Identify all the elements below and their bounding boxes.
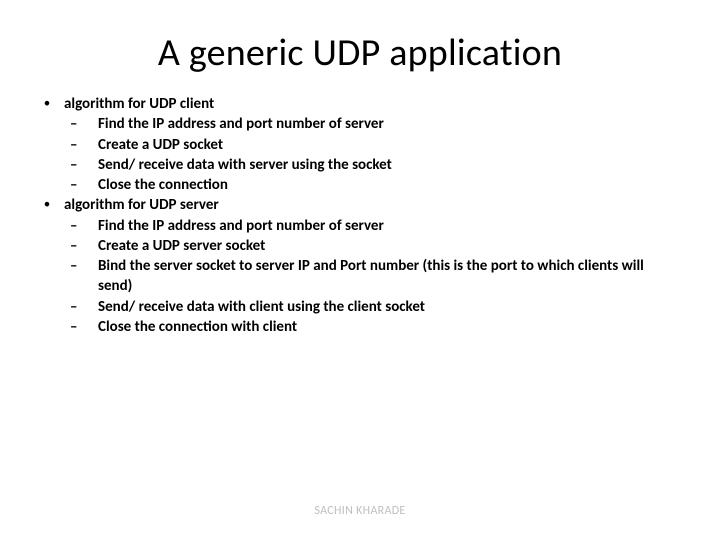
bullet-item: • algorithm for UDP client bbox=[30, 94, 690, 114]
bullet-dash-icon: – bbox=[64, 175, 98, 195]
sub-bullet-item: – Send/ receive data with server using t… bbox=[30, 155, 690, 175]
bullet-item: • algorithm for UDP server bbox=[30, 195, 690, 215]
bullet-text: algorithm for UDP server bbox=[64, 195, 690, 215]
bullet-dash-icon: – bbox=[64, 135, 98, 155]
slide-footer: SACHIN KHARADE bbox=[0, 504, 720, 518]
sub-bullet-text: Find the IP address and port number of s… bbox=[98, 216, 690, 236]
bullet-dot-icon: • bbox=[30, 195, 64, 215]
sub-bullet-item: – Find the IP address and port number of… bbox=[30, 216, 690, 236]
sub-bullet-text: Send/ receive data with server using the… bbox=[98, 155, 690, 175]
sub-bullet-item: – Send/ receive data with client using t… bbox=[30, 297, 690, 317]
sub-bullet-text: Close the connection bbox=[98, 175, 690, 195]
bullet-dash-icon: – bbox=[64, 297, 98, 317]
sub-bullet-item: – Find the IP address and port number of… bbox=[30, 114, 690, 134]
bullet-dot-icon: • bbox=[30, 94, 64, 114]
sub-bullet-text: Create a UDP socket bbox=[98, 135, 690, 155]
bullet-dash-icon: – bbox=[64, 236, 98, 256]
sub-bullet-item: – Create a UDP socket bbox=[30, 135, 690, 155]
sub-bullet-item: – Close the connection bbox=[30, 175, 690, 195]
slide: A generic UDP application • algorithm fo… bbox=[0, 0, 720, 540]
sub-bullet-item: – Create a UDP server socket bbox=[30, 236, 690, 256]
sub-bullet-item: – Close the connection with client bbox=[30, 317, 690, 337]
bullet-dash-icon: – bbox=[64, 155, 98, 175]
bullet-dash-icon: – bbox=[64, 256, 98, 297]
bullet-dash-icon: – bbox=[64, 317, 98, 337]
sub-bullet-text: Find the IP address and port number of s… bbox=[98, 114, 690, 134]
bullet-text: algorithm for UDP client bbox=[64, 94, 690, 114]
slide-title: A generic UDP application bbox=[30, 30, 690, 76]
sub-bullet-text: Send/ receive data with client using the… bbox=[98, 297, 690, 317]
sub-bullet-text: Create a UDP server socket bbox=[98, 236, 690, 256]
sub-bullet-item: – Bind the server socket to server IP an… bbox=[30, 256, 690, 297]
sub-bullet-text: Bind the server socket to server IP and … bbox=[98, 256, 690, 297]
bullet-dash-icon: – bbox=[64, 216, 98, 236]
bullet-dash-icon: – bbox=[64, 114, 98, 134]
sub-bullet-text: Close the connection with client bbox=[98, 317, 690, 337]
slide-content: • algorithm for UDP client – Find the IP… bbox=[30, 94, 690, 337]
